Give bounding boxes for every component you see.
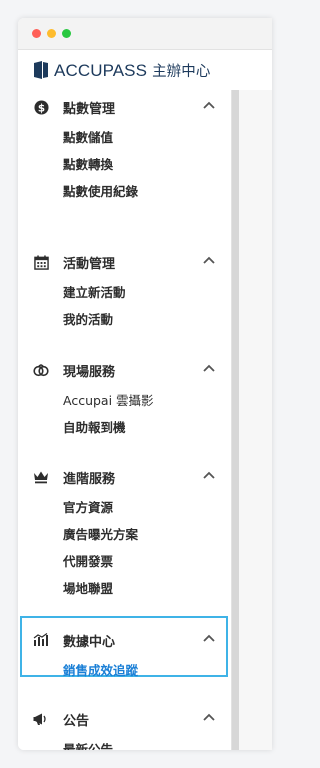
chevron-up-icon[interactable] [203,101,215,109]
crown-icon [33,469,49,485]
nav-group-title: 公告 [63,713,90,729]
nav-group-header[interactable]: 進階服務 [18,460,231,494]
nav-group-title: 現場服務 [63,364,116,380]
chevron-up-icon[interactable] [203,256,215,264]
nav-group-announcements: 公告 最新公告 [18,702,231,750]
chevron-up-icon[interactable] [203,364,215,372]
nav-group-points: $ 點數管理 點數儲值 點數轉換 點數使用紀錄 [18,90,231,205]
bar-chart-icon [33,632,49,648]
sidebar-nav: $ 點數管理 點數儲值 點數轉換 點數使用紀錄 活動管理 建立新活動 我的活動 … [18,90,232,750]
nav-group-header[interactable]: 公告 [18,702,231,736]
app-header: ACCUPASS 主辦中心 [18,50,272,91]
nav-item[interactable]: 建立新活動 [18,279,231,306]
nav-item[interactable]: 我的活動 [18,306,231,333]
nav-group-header[interactable]: 活動管理 [18,245,231,279]
nav-group-header[interactable]: $ 點數管理 [18,90,231,124]
zoom-window-button[interactable] [62,29,71,38]
nav-item[interactable]: 點數轉換 [18,151,231,178]
nav-group-events: 活動管理 建立新活動 我的活動 [18,245,231,333]
app-window: ACCUPASS 主辦中心 $ 點數管理 點數儲值 點數轉換 點數使用紀錄 活動… [18,18,272,750]
nav-item-active[interactable]: 銷售成效追蹤 [18,657,231,684]
nav-group-title: 點數管理 [63,101,116,117]
svg-text:$: $ [37,102,44,114]
brand-subtitle: 主辦中心 [152,63,211,80]
brand-logo[interactable]: ACCUPASS 主辦中心 [54,60,210,81]
nav-group-title: 活動管理 [63,256,116,272]
nav-item[interactable]: 點數使用紀錄 [18,178,231,205]
megaphone-icon [33,711,49,727]
calendar-icon [33,254,49,270]
nav-item[interactable]: 官方資源 [18,494,231,521]
sidebar-scrollbar[interactable] [232,90,239,750]
chevron-up-icon[interactable] [203,713,215,721]
nav-group-title: 進階服務 [63,471,116,487]
camera-link-icon [33,362,49,378]
nav-group-advanced: 進階服務 官方資源 廣告曝光方案 代開發票 場地聯盟 [18,460,231,602]
nav-group-header[interactable]: 數據中心 [18,623,231,657]
chevron-up-icon[interactable] [203,634,215,642]
minimize-window-button[interactable] [47,29,56,38]
nav-item[interactable]: 場地聯盟 [18,575,231,602]
nav-item[interactable]: 代開發票 [18,548,231,575]
nav-item[interactable]: Accupai 雲攝影 [18,387,231,414]
nav-group-onsite: 現場服務 Accupai 雲攝影 自助報到機 [18,353,231,441]
brand-name: ACCUPASS [54,60,148,80]
close-window-button[interactable] [32,29,41,38]
accupass-logo-icon [34,61,48,79]
nav-group-data-center: 數據中心 銷售成效追蹤 [18,623,231,684]
nav-item[interactable]: 自助報到機 [18,414,231,441]
dollar-coin-icon: $ [33,99,49,115]
main-content-area [239,90,272,750]
sidebar-region: $ 點數管理 點數儲值 點數轉換 點數使用紀錄 活動管理 建立新活動 我的活動 … [18,90,272,750]
chevron-up-icon[interactable] [203,471,215,479]
nav-group-title: 數據中心 [63,634,116,650]
nav-item[interactable]: 點數儲值 [18,124,231,151]
window-titlebar [18,18,272,50]
nav-item[interactable]: 廣告曝光方案 [18,521,231,548]
nav-group-header[interactable]: 現場服務 [18,353,231,387]
nav-item[interactable]: 最新公告 [18,736,231,750]
